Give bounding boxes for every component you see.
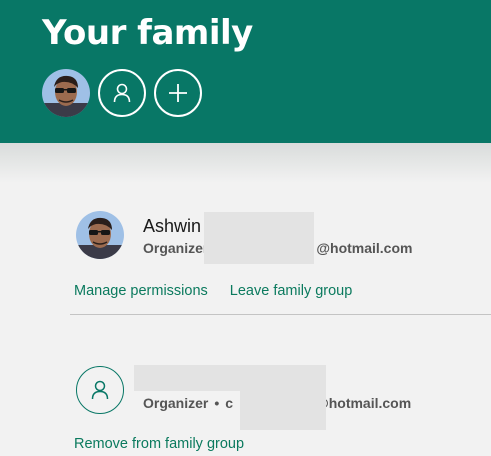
member-email: @hotmail.com (315, 395, 412, 411)
redaction-block (204, 212, 314, 264)
member-actions: Manage permissions Leave family group (74, 283, 352, 299)
person-icon (91, 380, 109, 400)
page-title: Your family (42, 13, 253, 53)
separator-dot: • (214, 395, 220, 411)
member-email: @hotmail.com (316, 240, 413, 256)
leave-family-group-link[interactable]: Leave family group (230, 283, 353, 299)
divider (70, 314, 491, 315)
person-icon (113, 83, 131, 103)
avatar (76, 211, 124, 259)
redaction-block (134, 365, 326, 391)
member-actions: Remove from family group (74, 436, 244, 452)
member-role: Organizer (143, 240, 209, 256)
family-header: Your family (0, 0, 491, 143)
add-member-button[interactable] (154, 69, 202, 117)
member-role: Organizer (143, 395, 209, 411)
manage-permissions-link[interactable]: Manage permissions (74, 283, 208, 299)
member-name: Ashwin (143, 216, 202, 236)
plus-icon (169, 84, 187, 102)
avatar[interactable] (42, 69, 90, 117)
remove-from-family-group-link[interactable]: Remove from family group (74, 436, 244, 452)
user-photo-icon (42, 69, 90, 117)
header-member-avatars (42, 69, 202, 117)
avatar (76, 366, 124, 414)
generic-member-button[interactable] (98, 69, 146, 117)
user-photo-icon (76, 211, 124, 259)
redaction-block (240, 390, 326, 430)
header-shadow (0, 143, 491, 183)
member-email-prefix: c (225, 395, 234, 411)
